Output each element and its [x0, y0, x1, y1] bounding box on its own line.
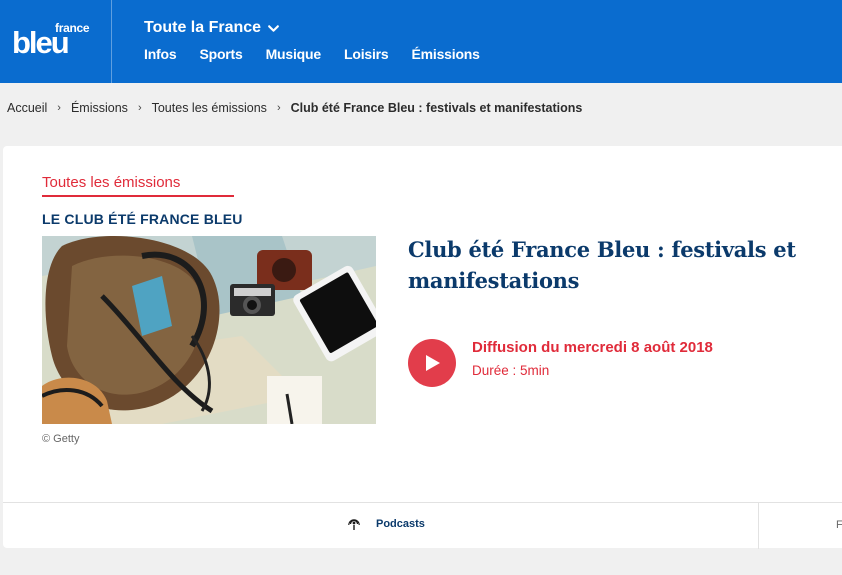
breadcrumb-item-emissions[interactable]: Émissions — [71, 101, 128, 115]
breadcrumb-item-accueil[interactable]: Accueil — [7, 101, 47, 115]
breadcrumb-separator-icon: › — [137, 102, 142, 114]
play-button[interactable] — [408, 339, 456, 387]
episode-title: Club été France Bleu : festivals et mani… — [408, 237, 796, 293]
diffusion-date: Diffusion du mercredi 8 août 2018 — [472, 339, 713, 356]
france-bleu-logo[interactable]: france bleu — [0, 0, 112, 83]
nav-item-loisirs[interactable]: Loisirs — [344, 46, 389, 62]
breadcrumb-separator-icon: › — [276, 102, 281, 114]
nav-item-infos[interactable]: Infos — [144, 46, 177, 62]
chevron-down-icon — [268, 24, 279, 32]
category-link[interactable]: Toutes les émissions — [42, 174, 180, 191]
breadcrumb-item-toutes-les-emissions[interactable]: Toutes les émissions — [152, 101, 267, 115]
breadcrumb: Accueil › Émissions › Toutes les émissio… — [7, 101, 582, 115]
next-action-label[interactable]: F — [836, 519, 842, 531]
breadcrumb-current: Club été France Bleu : festivals et mani… — [290, 101, 583, 115]
main-nav: Infos Sports Musique Loisirs Émissions — [144, 46, 503, 62]
category-underline — [42, 195, 234, 197]
nav-item-musique[interactable]: Musique — [266, 46, 322, 62]
episode-actions-bar: Podcasts F — [3, 502, 842, 549]
image-credit: © Getty — [42, 433, 80, 445]
episode-card: Toutes les émissions LE CLUB ÉTÉ FRANCE … — [3, 146, 842, 549]
show-name[interactable]: LE CLUB ÉTÉ FRANCE BLEU — [42, 211, 243, 227]
podcasts-label: Podcasts — [376, 518, 425, 530]
nav-item-emissions[interactable]: Émissions — [412, 46, 480, 62]
podcast-icon — [348, 519, 360, 530]
breadcrumb-separator-icon: › — [57, 102, 61, 114]
nav-item-sports[interactable]: Sports — [199, 46, 242, 62]
actions-divider — [758, 503, 759, 549]
region-selector[interactable]: Toute la France — [144, 19, 280, 37]
episode-duration: Durée : 5min — [472, 363, 550, 378]
site-header: france bleu Toute la France Infos Sports… — [0, 0, 842, 83]
podcasts-button[interactable]: Podcasts — [348, 517, 425, 531]
logo-text-big: bleu — [12, 25, 70, 60]
play-icon — [426, 355, 440, 371]
region-label: Toute la France — [144, 19, 262, 36]
episode-image — [42, 236, 376, 424]
